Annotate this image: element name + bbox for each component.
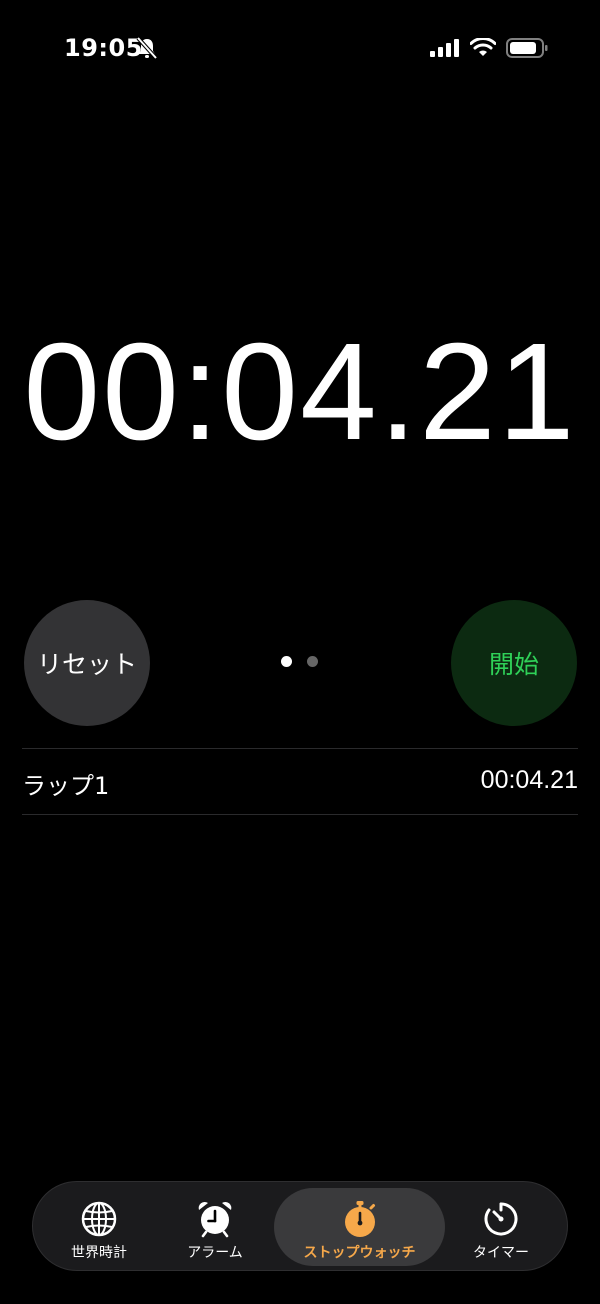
bell-slash-icon [136,36,158,60]
tab-alarm[interactable]: アラーム [159,1188,271,1266]
tab-world-clock[interactable]: 世界時計 [45,1188,153,1266]
start-button-label: 開始 [488,650,539,679]
lap-divider-top [22,748,578,749]
page-dot-active[interactable] [281,656,292,667]
wifi-icon [470,38,496,56]
tab-bar: 世界時計 アラーム ストップウォッチ タイマー [32,1181,568,1271]
status-time: 19:05 [64,34,143,62]
start-button[interactable]: 開始 [451,600,577,726]
reset-button[interactable]: リセット [24,600,150,726]
tab-stopwatch-label: ストップウォッチ [303,1245,416,1261]
lap-row: ラップ1 00:04.21 [22,750,578,814]
reset-button-label: リセット [36,650,137,679]
tab-world-clock-label: 世界時計 [71,1245,127,1261]
tab-timer[interactable]: タイマー [447,1188,555,1266]
page-indicator[interactable] [281,656,321,668]
cellular-signal-icon [430,39,459,57]
alarm-clock-icon [198,1201,232,1238]
lap-divider-bottom [22,814,578,815]
lap-time: 00:04.21 [480,766,578,794]
timer-icon [484,1202,518,1236]
stopwatch-icon [344,1201,375,1237]
tab-timer-label: タイマー [473,1245,529,1261]
globe-icon [81,1201,117,1237]
tab-stopwatch[interactable]: ストップウォッチ [274,1188,445,1266]
lap-label: ラップ1 [22,772,110,800]
battery-icon [506,38,548,58]
stopwatch-display: 00:04.21 [23,315,577,469]
tab-alarm-label: アラーム [187,1245,243,1261]
page-dot-inactive[interactable] [307,656,318,667]
